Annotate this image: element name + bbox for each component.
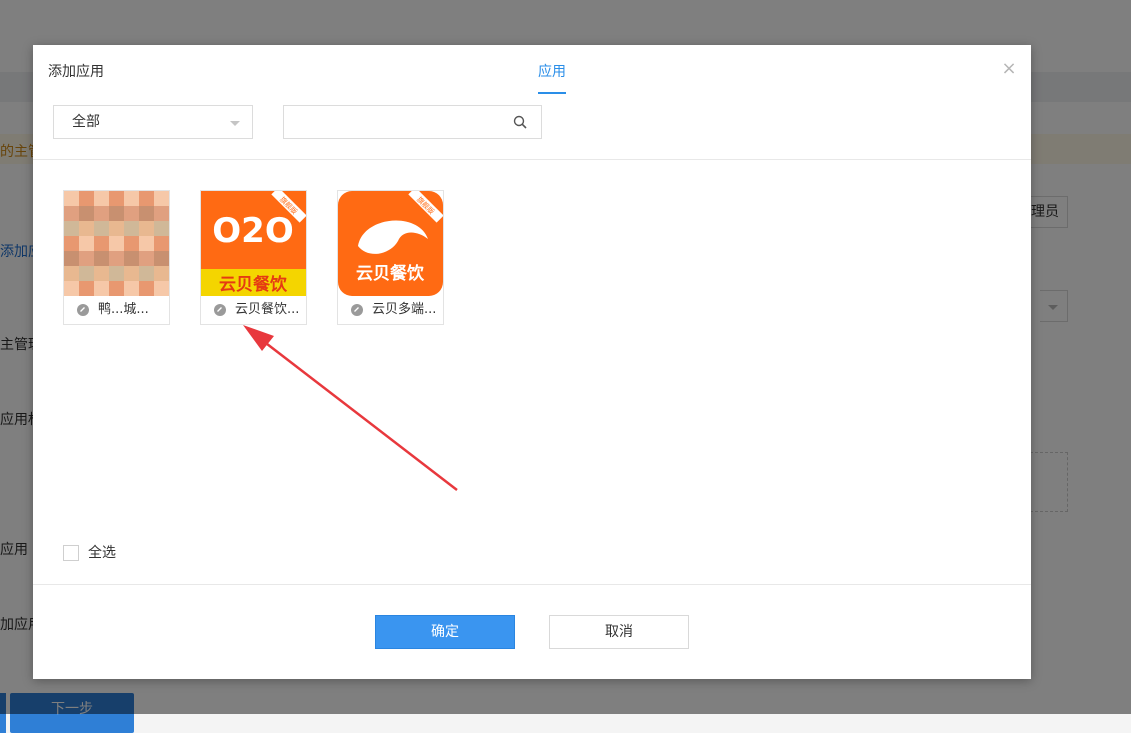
- mosaic-cell: [94, 236, 109, 251]
- multi-logo-subtext: 云贝餐饮: [356, 263, 425, 284]
- mosaic-cell: [139, 221, 154, 236]
- mosaic-cell: [79, 191, 94, 206]
- mosaic-cell: [124, 191, 139, 206]
- mosaic-cell: [139, 206, 154, 221]
- mosaic-cell: [124, 221, 139, 236]
- mosaic-cell: [154, 236, 169, 251]
- mosaic-cell: [124, 236, 139, 251]
- app-name: 鸭...城...: [98, 302, 149, 317]
- app-card[interactable]: O2O 云贝餐饮 旗舰版 云贝餐饮...: [200, 190, 307, 325]
- category-select-value: 全部: [72, 114, 100, 130]
- app-caption: 云贝多端...: [338, 296, 443, 324]
- mosaic-cell: [124, 281, 139, 296]
- mosaic-cell: [124, 251, 139, 266]
- mosaic-cell: [124, 206, 139, 221]
- divider: [33, 584, 1031, 585]
- mosaic-cell: [109, 206, 124, 221]
- mosaic-cell: [109, 266, 124, 281]
- select-all-checkbox[interactable]: [63, 545, 79, 561]
- app-thumbnail-multi: 云贝餐饮 旗舰版: [338, 191, 443, 296]
- mosaic-cell: [94, 206, 109, 221]
- mosaic-cell: [139, 281, 154, 296]
- mosaic-cell: [139, 266, 154, 281]
- app-name: 云贝多端...: [372, 302, 437, 317]
- mosaic-cell: [109, 191, 124, 206]
- o2o-logo-subtext: 云贝餐饮: [219, 274, 288, 295]
- app-card[interactable]: 鸭...城...: [63, 190, 170, 325]
- app-card[interactable]: 云贝餐饮 旗舰版 云贝多端...: [337, 190, 444, 325]
- mosaic-cell: [139, 251, 154, 266]
- mosaic-cell: [64, 251, 79, 266]
- close-icon[interactable]: ×: [1001, 60, 1017, 78]
- confirm-button[interactable]: 确定: [375, 615, 515, 649]
- cancel-button[interactable]: 取消: [549, 615, 689, 649]
- app-caption: 云贝餐饮...: [201, 296, 306, 324]
- search-icon[interactable]: [513, 115, 527, 129]
- mosaic-cell: [94, 281, 109, 296]
- mosaic-cell: [154, 281, 169, 296]
- o2o-logo-text: O2O: [212, 211, 293, 251]
- select-all-label: 全选: [88, 545, 116, 561]
- app-caption: 鸭...城...: [64, 296, 169, 324]
- mosaic-cell: [154, 221, 169, 236]
- search-box: [283, 105, 542, 139]
- link-icon: [77, 304, 89, 316]
- mosaic-cell: [154, 251, 169, 266]
- app-thumbnail-pixelated: [64, 191, 169, 296]
- mosaic-cell: [79, 221, 94, 236]
- mosaic-cell: [109, 221, 124, 236]
- dialog-title: 添加应用: [48, 64, 104, 80]
- category-select[interactable]: 全部: [53, 105, 253, 139]
- mosaic-cell: [79, 206, 94, 221]
- mosaic-cell: [109, 281, 124, 296]
- mosaic-cell: [64, 236, 79, 251]
- tab-active-indicator: [538, 92, 566, 94]
- tab-apps[interactable]: 应用: [538, 61, 566, 81]
- chevron-down-icon: [230, 121, 240, 126]
- divider: [33, 159, 1031, 160]
- mosaic-cell: [79, 236, 94, 251]
- search-input[interactable]: [292, 107, 506, 139]
- mosaic-cell: [139, 236, 154, 251]
- app-name: 云贝餐饮...: [235, 302, 300, 317]
- mosaic-cell: [64, 191, 79, 206]
- mosaic-cell: [94, 251, 109, 266]
- mosaic-cell: [64, 266, 79, 281]
- mosaic-cell: [154, 191, 169, 206]
- app-thumbnail-o2o: O2O 云贝餐饮 旗舰版: [201, 191, 306, 296]
- mosaic-cell: [109, 251, 124, 266]
- mosaic-cell: [154, 266, 169, 281]
- mosaic-cell: [79, 266, 94, 281]
- link-icon: [351, 304, 363, 316]
- mosaic-cell: [154, 206, 169, 221]
- mosaic-cell: [64, 206, 79, 221]
- link-icon: [214, 304, 226, 316]
- add-app-dialog: 添加应用 应用 × 全部 鸭...城... O2O 云贝餐饮 旗舰版 云贝餐饮.…: [33, 45, 1031, 679]
- mosaic-cell: [109, 236, 124, 251]
- mosaic-cell: [124, 266, 139, 281]
- mosaic-cell: [94, 221, 109, 236]
- mosaic-cell: [64, 221, 79, 236]
- mosaic-cell: [79, 251, 94, 266]
- mosaic-cell: [79, 281, 94, 296]
- mosaic-cell: [94, 266, 109, 281]
- mosaic-cell: [94, 191, 109, 206]
- mosaic-cell: [139, 191, 154, 206]
- mosaic-cell: [64, 281, 79, 296]
